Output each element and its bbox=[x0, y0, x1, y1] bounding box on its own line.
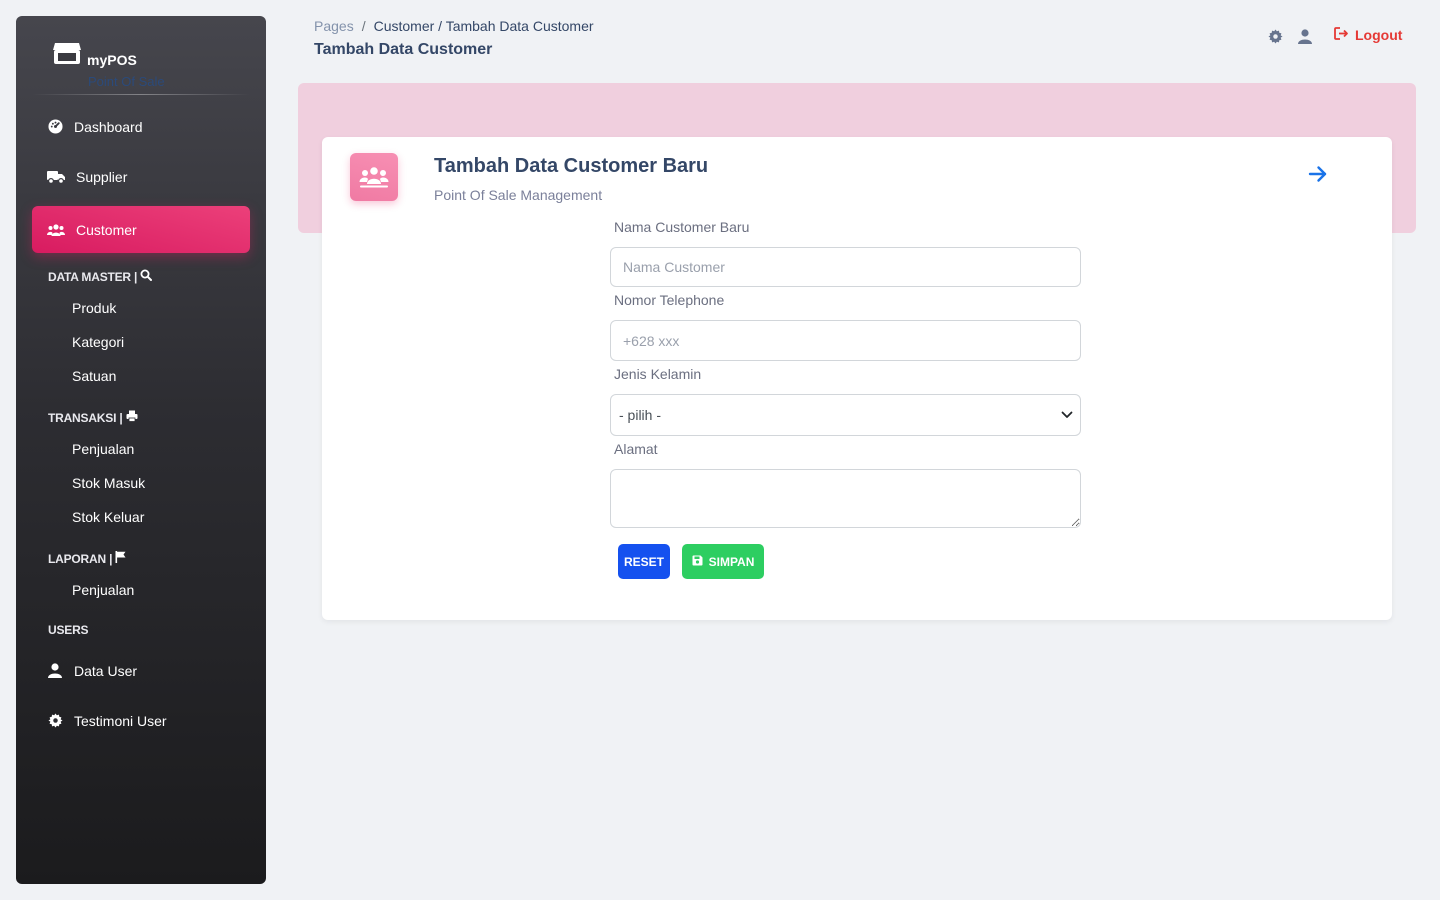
sidebar-item-stok-masuk[interactable]: Stok Masuk bbox=[72, 475, 145, 491]
flag-icon bbox=[115, 551, 126, 566]
save-button-label: SIMPAN bbox=[708, 554, 755, 569]
users-icon bbox=[47, 222, 65, 238]
alamat-textarea[interactable] bbox=[610, 469, 1081, 528]
sidebar-item-label: Dashboard bbox=[74, 118, 143, 135]
sidebar-item-stok-keluar[interactable]: Stok Keluar bbox=[72, 509, 144, 525]
page-title: Tambah Data Customer bbox=[314, 41, 493, 58]
floppy-disk-icon bbox=[692, 555, 703, 569]
settings-gear-icon[interactable] bbox=[1266, 27, 1284, 45]
sidebar-item-kategori[interactable]: Kategori bbox=[72, 334, 124, 350]
sidebar-item-testimoni-user[interactable]: Testimoni User bbox=[32, 697, 250, 744]
breadcrumb-current: Customer / Tambah Data Customer bbox=[373, 18, 594, 34]
card-subtitle: Point Of Sale Management bbox=[434, 187, 603, 203]
sidebar-item-customer[interactable]: Customer bbox=[32, 206, 250, 253]
truck-icon bbox=[47, 169, 65, 185]
jenis-kelamin-select[interactable]: - pilih - bbox=[610, 394, 1081, 436]
search-icon bbox=[140, 269, 153, 284]
breadcrumb: Pages / Customer / Tambah Data Customer bbox=[314, 18, 594, 34]
jenis-kelamin-select-wrap: - pilih - bbox=[610, 394, 1081, 436]
sidebar-item-supplier[interactable]: Supplier bbox=[32, 153, 250, 200]
sign-out-icon bbox=[1334, 27, 1349, 43]
sidebar-item-penjualan[interactable]: Penjualan bbox=[72, 441, 134, 457]
breadcrumb-separator: / bbox=[361, 18, 366, 34]
sidebar-item-label: Testimoni User bbox=[74, 712, 167, 729]
gear-icon bbox=[47, 713, 63, 729]
sidebar-item-satuan[interactable]: Satuan bbox=[72, 368, 116, 384]
nomor-telephone-label: Nomor Telephone bbox=[614, 292, 725, 308]
sidebar-item-label: Customer bbox=[76, 221, 137, 238]
sidebar: myPOS Point Of Sale Dashboard Supplier C… bbox=[16, 16, 266, 884]
dashboard-gauge-icon bbox=[47, 119, 63, 135]
users-icon bbox=[350, 153, 398, 201]
sidebar-item-dashboard[interactable]: Dashboard bbox=[32, 103, 250, 150]
form-card: Tambah Data Customer Baru Point Of Sale … bbox=[322, 137, 1392, 620]
save-button[interactable]: SIMPAN bbox=[682, 544, 764, 579]
brand-subtitle: Point Of Sale bbox=[88, 74, 165, 89]
sidebar-divider bbox=[32, 94, 250, 95]
printer-icon bbox=[126, 410, 138, 425]
card-title: Tambah Data Customer Baru bbox=[434, 155, 709, 177]
top-icons bbox=[1266, 27, 1326, 45]
breadcrumb-pages[interactable]: Pages bbox=[314, 18, 354, 34]
sidebar-item-produk[interactable]: Produk bbox=[72, 300, 116, 316]
nama-customer-input[interactable] bbox=[610, 247, 1081, 287]
logout-button[interactable]: Logout bbox=[1334, 27, 1402, 43]
sidebar-item-laporan-penjualan[interactable]: Penjualan bbox=[72, 582, 134, 598]
section-title-laporan: LAPORAN | bbox=[48, 551, 126, 566]
store-icon bbox=[52, 40, 82, 68]
brand-name: myPOS bbox=[87, 52, 137, 68]
section-title-transaksi: TRANSAKSI | bbox=[48, 410, 138, 425]
account-user-icon[interactable] bbox=[1296, 27, 1314, 45]
reset-button[interactable]: RESET bbox=[618, 544, 670, 579]
jenis-kelamin-label: Jenis Kelamin bbox=[614, 366, 702, 382]
logout-label: Logout bbox=[1355, 27, 1403, 43]
arrow-right-icon[interactable] bbox=[1308, 165, 1328, 188]
sidebar-item-label: Supplier bbox=[76, 168, 128, 185]
nama-customer-label: Nama Customer Baru bbox=[614, 219, 750, 235]
sidebar-item-data-user[interactable]: Data User bbox=[32, 647, 250, 694]
nomor-telephone-input[interactable] bbox=[610, 320, 1081, 361]
section-title-data-master: DATA MASTER | bbox=[48, 269, 153, 284]
user-icon bbox=[47, 663, 63, 679]
alamat-label: Alamat bbox=[614, 441, 658, 457]
section-title-users: USERS bbox=[48, 623, 89, 637]
sidebar-item-label: Data User bbox=[74, 662, 138, 679]
brand[interactable]: myPOS Point Of Sale bbox=[52, 38, 252, 98]
